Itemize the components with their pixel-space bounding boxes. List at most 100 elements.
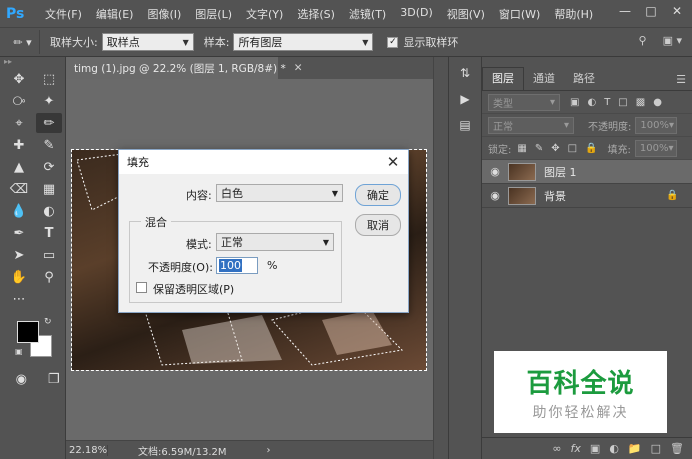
layer-row[interactable]: ◉ 图层 1: [482, 160, 692, 184]
opacity-field[interactable]: 100% ▾: [635, 116, 678, 134]
menu-select[interactable]: 选择(S): [290, 6, 342, 22]
opacity-input[interactable]: 100: [216, 257, 258, 274]
tab-layers[interactable]: 图层: [482, 67, 524, 90]
magic-wand-tool-icon[interactable]: ✦: [36, 91, 62, 111]
search-icon[interactable]: ⚲: [639, 34, 647, 47]
menu-filter[interactable]: 滤镜(T): [342, 6, 393, 22]
lock-position-icon[interactable]: ✥: [551, 143, 559, 154]
filter-adjustment-icon[interactable]: ◐: [587, 97, 596, 108]
hand-tool-icon[interactable]: ✋: [6, 267, 32, 287]
adjustment-layer-icon[interactable]: ◐: [609, 442, 619, 455]
eraser-tool-icon[interactable]: ⌫: [6, 179, 32, 199]
properties-panel-icon[interactable]: ▤: [454, 115, 476, 135]
blur-tool-icon[interactable]: 💧: [6, 201, 32, 221]
lasso-tool-icon[interactable]: ⧂: [6, 91, 32, 111]
new-layer-icon[interactable]: □: [651, 442, 661, 455]
type-tool-icon[interactable]: T: [36, 223, 62, 243]
eye-icon[interactable]: ◉: [482, 165, 508, 178]
close-icon[interactable]: ✕: [668, 3, 686, 19]
close-icon[interactable]: ✕: [384, 153, 402, 171]
more-tools-icon[interactable]: ⋯: [6, 289, 32, 309]
foreground-color-swatch[interactable]: [17, 321, 39, 343]
menu-3d[interactable]: 3D(D): [393, 6, 440, 22]
filter-toggle-icon[interactable]: ●: [653, 97, 662, 108]
quick-mask-icon[interactable]: ◉: [10, 369, 33, 389]
zoom-tool-icon[interactable]: ⚲: [36, 267, 62, 287]
eye-icon[interactable]: ◉: [482, 189, 508, 202]
screen-mode-icon[interactable]: ❐: [43, 369, 66, 389]
history-panel-icon[interactable]: ⇅: [454, 63, 476, 83]
toolbox-grip-icon[interactable]: ▸▸: [0, 57, 65, 67]
preserve-transparency-checkbox[interactable]: [136, 282, 147, 293]
watermark-subtitle: 助你轻松解决: [532, 405, 629, 421]
filter-type-icon[interactable]: T: [604, 97, 610, 108]
layer-row[interactable]: ◉ 背景 🔒: [482, 184, 692, 208]
kind-filter-select[interactable]: 类型 ▾: [488, 93, 560, 111]
menu-image[interactable]: 图像(I): [140, 6, 188, 22]
history-brush-tool-icon[interactable]: ⟳: [36, 157, 62, 177]
opacity-unit: %: [267, 259, 278, 272]
brush-tool-icon[interactable]: ✎: [36, 135, 62, 155]
tab-paths[interactable]: 路径: [564, 68, 604, 90]
lock-pixels-icon[interactable]: ✎: [535, 143, 543, 154]
menu-layer[interactable]: 图层(L): [188, 6, 239, 22]
swap-colors-icon[interactable]: ↻: [44, 317, 52, 327]
layer-style-icon[interactable]: fx: [571, 442, 581, 455]
panel-menu-icon[interactable]: ☰: [676, 73, 686, 86]
vertical-scrollbar[interactable]: [433, 57, 448, 459]
sample-size-select[interactable]: 取样点 ▼: [101, 33, 194, 51]
minimize-icon[interactable]: —: [616, 3, 634, 19]
marquee-tool-icon[interactable]: ⬚: [36, 69, 62, 89]
rectangle-tool-icon[interactable]: ▭: [36, 245, 62, 265]
lock-artboard-icon[interactable]: □: [568, 143, 577, 154]
actions-panel-icon[interactable]: ▶: [454, 89, 476, 109]
eyedropper-preset-icon[interactable]: ✏ ▾: [6, 30, 40, 54]
document-tab[interactable]: timg (1).jpg @ 22.2% (图层 1, RGB/8#) * ✕: [66, 57, 303, 79]
default-colors-icon[interactable]: ▣: [15, 347, 23, 356]
ok-button[interactable]: 确定: [355, 184, 401, 206]
show-ring-checkbox[interactable]: ✓: [387, 36, 399, 48]
filter-smart-object-icon[interactable]: ▩: [636, 97, 645, 108]
contents-select[interactable]: 白色 ▼: [216, 184, 343, 202]
show-ring-label: 显示取样环: [403, 36, 459, 49]
crop-tool-icon[interactable]: ⌖: [6, 113, 32, 133]
pen-tool-icon[interactable]: ✒: [6, 223, 32, 243]
contents-label: 内容:: [186, 189, 212, 202]
workspace-icon[interactable]: ▣ ▾: [663, 34, 682, 47]
link-layers-icon[interactable]: ∞: [552, 442, 561, 455]
new-group-icon[interactable]: 📁: [628, 442, 642, 455]
menu-file[interactable]: 文件(F): [38, 6, 89, 22]
dodge-tool-icon[interactable]: ◐: [36, 201, 62, 221]
menu-edit[interactable]: 编辑(E): [89, 6, 141, 22]
blend-mode-select[interactable]: 正常 ▾: [488, 116, 574, 134]
move-tool-icon[interactable]: ✥: [6, 69, 32, 89]
path-selection-tool-icon[interactable]: ➤: [6, 245, 32, 265]
menu-type[interactable]: 文字(Y): [239, 6, 290, 22]
fill-field[interactable]: 100% ▾: [634, 139, 677, 157]
chevron-down-icon: ▼: [182, 37, 189, 47]
mode-select[interactable]: 正常 ▼: [216, 233, 334, 251]
menu-window[interactable]: 窗口(W): [492, 6, 547, 22]
tab-channels[interactable]: 通道: [524, 68, 564, 90]
chevron-down-icon: ▼: [322, 237, 329, 247]
delete-layer-icon[interactable]: 🗑: [670, 442, 684, 455]
zoom-level[interactable]: 22.18%: [66, 444, 108, 456]
filter-shape-icon[interactable]: □: [618, 97, 627, 108]
lock-transparent-icon[interactable]: ▦: [517, 143, 526, 154]
sample-select[interactable]: 所有图层 ▼: [233, 33, 374, 51]
healing-brush-tool-icon[interactable]: ✚: [6, 135, 32, 155]
lock-all-icon[interactable]: 🔒: [585, 143, 597, 154]
menu-help[interactable]: 帮助(H): [547, 6, 600, 22]
restore-icon[interactable]: □: [642, 3, 660, 19]
eyedropper-tool-icon[interactable]: ✏: [36, 113, 62, 133]
chevron-right-icon[interactable]: ›: [267, 445, 271, 456]
gradient-tool-icon[interactable]: ▦: [36, 179, 62, 199]
menu-view[interactable]: 视图(V): [440, 6, 492, 22]
lock-icon: 🔒: [666, 190, 679, 201]
clone-stamp-tool-icon[interactable]: ▲: [6, 157, 32, 177]
add-mask-icon[interactable]: ▣: [590, 442, 600, 455]
filter-image-icon[interactable]: ▣: [570, 97, 579, 108]
close-icon[interactable]: ✕: [294, 62, 303, 74]
cancel-button[interactable]: 取消: [355, 214, 401, 236]
blending-group-title: 混合: [141, 214, 171, 230]
